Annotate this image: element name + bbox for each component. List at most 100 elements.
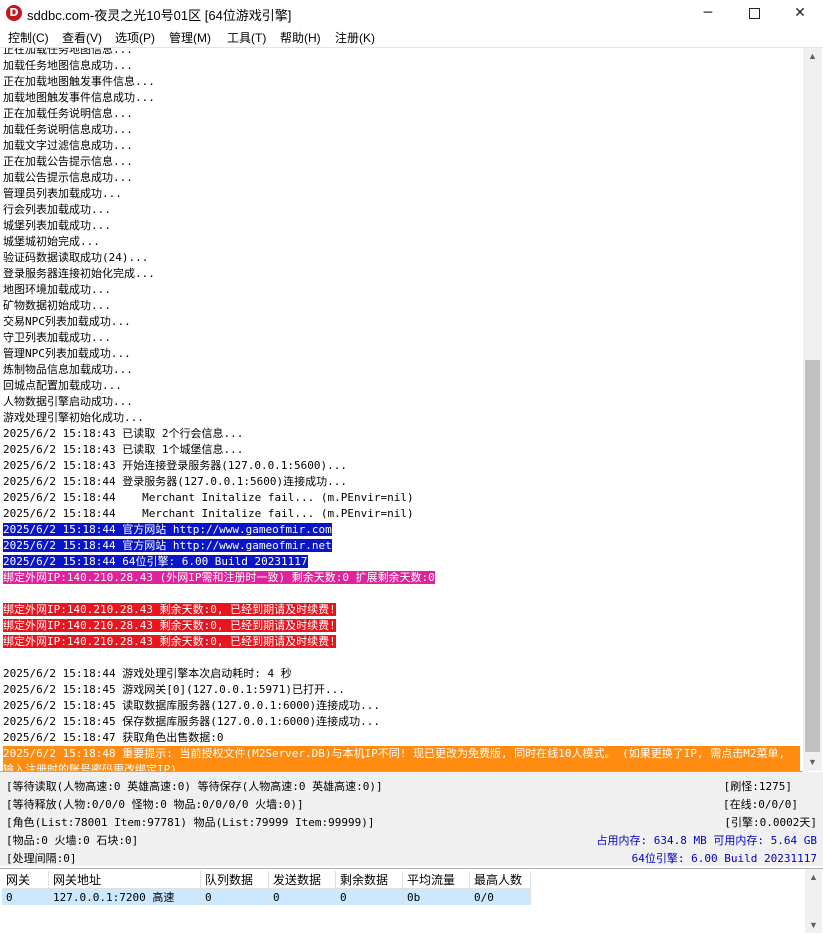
column-header-gateway[interactable]: 网关 [2, 871, 49, 889]
log-panel[interactable]: 正在加载任务地图信息... 加载任务地图信息成功... 正在加载地图触发事件信息..… [0, 48, 803, 772]
menu-control[interactable]: 控制(C) [8, 29, 49, 46]
menu-help[interactable]: 帮助(H) [280, 29, 321, 46]
log-line: 加载文字过滤信息成功... [3, 139, 133, 152]
column-header-avg-traffic[interactable]: 平均流量 [402, 871, 470, 889]
log-highlight: 2025/6/2 15:18:44 官方网站 http://www.gameof… [3, 539, 332, 552]
log-line: 2025/6/2 15:18:44 游戏处理引擎本次启动耗时: 4 秒 [3, 667, 292, 680]
log-line: 登录服务器连接初始化完成... [3, 267, 155, 280]
gateway-scrollbar[interactable]: ▲ ▼ [805, 869, 822, 933]
log-scrollbar[interactable]: ▲ ▼ [803, 48, 822, 771]
log-line: 2025/6/2 15:18:44 Merchant Initalize fai… [3, 491, 414, 504]
column-header-queue[interactable]: 队列数据 [200, 871, 269, 889]
log-line: 2025/6/2 15:18:44 64位引擎: 6.00 Build 2023… [3, 554, 308, 570]
log-line: 正在加载任务说明信息... [3, 107, 133, 120]
log-line: 矿物数据初始成功... [3, 299, 111, 312]
log-line: 加载任务地图信息成功... [3, 59, 133, 72]
log-highlight: 绑定外网IP:140.210.28.43 (外网IP需和注册时一致) 剩余天数:… [3, 571, 435, 584]
log-highlight: 绑定外网IP:140.210.28.43 剩余天数:0, 已经到期请及时续费! [3, 619, 336, 632]
status-save-queue: [等待读取(人物高速:0 英雄高速:0) 等待保存(人物高速:0 英雄高速:0)… [6, 780, 383, 793]
column-header-max-users[interactable]: 最高人数 [469, 871, 531, 889]
log-line: 城堡列表加载成功... [3, 219, 111, 232]
log-highlight: 2025/6/2 15:18:44 官方网站 http://www.gameof… [3, 523, 332, 536]
log-line: 绑定外网IP:140.210.28.43 (外网IP需和注册时一致) 剩余天数:… [3, 570, 435, 586]
log-line: 加载地图触发事件信息成功... [3, 91, 155, 104]
cell-remaining: 0 [335, 888, 403, 905]
window-title: sddbc.com-夜灵之光10号01区 [64位游戏引擎] [27, 8, 292, 23]
log-line: 输入注册时的账号密码更改绑定IP) [3, 762, 800, 771]
log-line: 2025/6/2 15:18:45 游戏网关[0](127.0.0.1:5971… [3, 683, 345, 696]
log-line: 行会列表加载成功... [3, 203, 111, 216]
menu-register[interactable]: 注册(K) [335, 29, 375, 46]
log-line: 2025/6/2 15:18:44 官方网站 http://www.gameof… [3, 538, 332, 554]
log-line: 2025/6/2 15:18:44 登录服务器(127.0.0.1:5600)连… [3, 475, 348, 488]
log-line: 2025/6/2 15:18:43 开始连接登录服务器(127.0.0.1:56… [3, 459, 348, 472]
log-line: 绑定外网IP:140.210.28.43 剩余天数:0, 已经到期请及时续费! [3, 634, 336, 650]
maximize-icon [748, 7, 760, 19]
log-line: 炼制物品信息加载成功... [3, 363, 133, 376]
menu-manage[interactable]: 管理(M) [169, 29, 211, 46]
title-bar: D sddbc.com-夜灵之光10号01区 [64位游戏引擎] ─ ✕ [0, 0, 823, 27]
maximize-button[interactable] [731, 0, 777, 27]
gateway-scroll-up-icon[interactable]: ▲ [805, 869, 822, 885]
status-online: [在线:0/0/0] [723, 798, 798, 811]
scroll-thumb[interactable] [805, 360, 820, 752]
cell-sent: 0 [268, 888, 336, 905]
log-line: 交易NPC列表加载成功... [3, 315, 131, 328]
menu-bar: 控制(C) 查看(V) 选项(P) 管理(M) 工具(T) 帮助(H) 注册(K… [0, 27, 823, 48]
gateway-scroll-down-icon[interactable]: ▼ [805, 917, 822, 933]
scroll-up-icon[interactable]: ▲ [803, 48, 822, 65]
log-line: 2025/6/2 15:18:48 重要提示: 当前授权文件(M2Server.… [3, 746, 800, 762]
status-release-queue: [等待释放(人物:0/0/0 怪物:0 物品:0/0/0/0 火墙:0)] [6, 798, 304, 811]
log-line: 2025/6/2 15:18:45 读取数据库服务器(127.0.0.1:600… [3, 699, 381, 712]
log-line: 2025/6/2 15:18:44 官方网站 http://www.gameof… [3, 522, 332, 538]
status-memory: 占用内存: 634.8 MB 可用内存: 5.64 GB [596, 834, 817, 847]
status-engine-version: 64位引擎: 6.00 Build 20231117 [631, 852, 817, 865]
status-items: [物品:0 火墙:0 石块:0] [6, 834, 139, 847]
log-line: 正在加载地图触发事件信息... [3, 75, 155, 88]
menu-options[interactable]: 选项(P) [115, 29, 155, 46]
column-header-remaining[interactable]: 剩余数据 [335, 871, 403, 889]
menu-view[interactable]: 查看(V) [62, 29, 102, 46]
column-header-address[interactable]: 网关地址 [48, 871, 201, 889]
cell-queue: 0 [200, 888, 269, 905]
log-line: 2025/6/2 15:18:45 保存数据库服务器(127.0.0.1:600… [3, 715, 381, 728]
cell-max-users: 0/0 [469, 888, 531, 905]
log-line: 管理员列表加载成功... [3, 187, 122, 200]
gateway-list[interactable]: 网关 网关地址 队列数据 发送数据 剩余数据 平均流量 最高人数 0 127.0… [0, 868, 823, 935]
close-button[interactable]: ✕ [777, 0, 823, 27]
status-monster-refresh: [刷怪:1275] [723, 780, 792, 793]
cell-avg-traffic: 0b [402, 888, 470, 905]
status-panel: [等待读取(人物高速:0 英雄高速:0) 等待保存(人物高速:0 英雄高速:0)… [0, 772, 823, 866]
log-line: 地图环境加载成功... [3, 283, 111, 296]
log-highlight: 2025/6/2 15:18:44 64位引擎: 6.00 Build 2023… [3, 555, 308, 568]
gateway-table: 网关 网关地址 队列数据 发送数据 剩余数据 平均流量 最高人数 0 127.0… [2, 871, 531, 905]
log-line: 人物数据引擎启动成功... [3, 395, 133, 408]
status-object-lists: [角色(List:78001 Item:97781) 物品(List:79999… [6, 816, 375, 829]
cell-address: 127.0.0.1:7200 高速 [48, 888, 201, 905]
cell-gateway: 0 [2, 888, 49, 905]
table-row[interactable]: 0 127.0.0.1:7200 高速 0 0 0 0b 0/0 [2, 888, 531, 905]
column-header-sent[interactable]: 发送数据 [268, 871, 336, 889]
log-line: 回城点配置加载成功... [3, 379, 122, 392]
log-highlight: 输入注册时的账号密码更改绑定IP) [3, 762, 800, 771]
log-line: 正在加载任务地图信息... [3, 48, 133, 56]
minimize-button[interactable]: ─ [685, 0, 731, 27]
status-interval: [处理间隔:0] [6, 852, 77, 865]
log-line: 绑定外网IP:140.210.28.43 剩余天数:0, 已经到期请及时续费! [3, 618, 336, 634]
log-line: 绑定外网IP:140.210.28.43 剩余天数:0, 已经到期请及时续费! [3, 602, 336, 618]
log-line: 守卫列表加载成功... [3, 331, 111, 344]
log-line: 加载任务说明信息成功... [3, 123, 133, 136]
log-line: 验证码数据读取成功(24)... [3, 251, 149, 264]
log-line: 加载公告提示信息成功... [3, 171, 133, 184]
scroll-down-icon[interactable]: ▼ [803, 754, 822, 771]
log-highlight: 绑定外网IP:140.210.28.43 剩余天数:0, 已经到期请及时续费! [3, 603, 336, 616]
log-line: 2025/6/2 15:18:47 获取角色出售数据:0 [3, 731, 224, 744]
log-line: 管理NPC列表加载成功... [3, 347, 131, 360]
menu-tools[interactable]: 工具(T) [227, 29, 266, 46]
log-line: 2025/6/2 15:18:44 Merchant Initalize fai… [3, 507, 414, 520]
log-line: 2025/6/2 15:18:43 已读取 2个行会信息... [3, 427, 244, 440]
log-line: 2025/6/2 15:18:43 已读取 1个城堡信息... [3, 443, 244, 456]
log-line: 正在加载公告提示信息... [3, 155, 133, 168]
log-line: 城堡城初始完成... [3, 235, 100, 248]
app-logo-icon[interactable]: D [6, 5, 22, 21]
